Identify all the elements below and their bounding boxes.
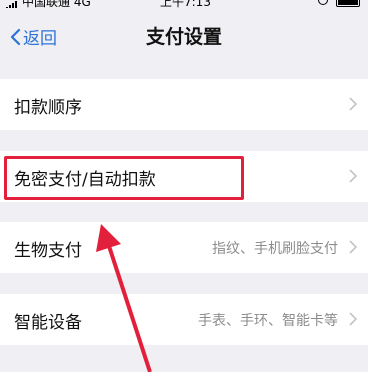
annotation-arrow [96, 224, 152, 372]
